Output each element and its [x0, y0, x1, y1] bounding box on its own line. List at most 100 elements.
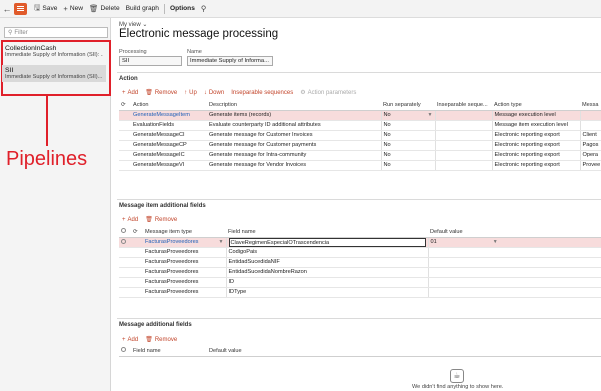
item-type-cell[interactable]: FacturasProveedores [143, 287, 226, 298]
run-separately-cell[interactable]: No [380, 120, 435, 131]
description-cell[interactable]: Generate message for Vendor Invoices [207, 160, 381, 171]
default-value-cell[interactable] [427, 257, 601, 268]
inseparable-sequences-button[interactable]: Inseparable sequences [231, 89, 293, 96]
processing-field[interactable]: SII [119, 56, 182, 66]
message-cell[interactable] [579, 120, 601, 131]
run-separately-cell[interactable]: No [380, 130, 435, 141]
description-cell[interactable]: Generate message for Customer Invoices [207, 130, 381, 141]
action-type-cell[interactable]: Electronic reporting export [491, 140, 580, 151]
message-cell[interactable]: Pagos [579, 140, 601, 151]
select-all-radio[interactable] [119, 346, 131, 357]
field-name-cell[interactable]: EntidadSucedidaNombreRazon [225, 267, 428, 278]
run-separately-cell[interactable]: No [380, 150, 435, 161]
inseparable-cell[interactable] [434, 140, 492, 151]
action-cell[interactable]: GenerateMessageCI [131, 130, 207, 141]
field-name-cell[interactable]: EntidadSucedidaNIF [225, 257, 428, 268]
column-header[interactable]: Default value [207, 346, 601, 357]
column-header[interactable]: Run separately [381, 100, 435, 111]
inseparable-cell[interactable] [434, 130, 492, 141]
description-cell[interactable]: Generate message for Customer payments [207, 140, 381, 151]
inseparable-cell[interactable] [434, 160, 492, 171]
run-separately-cell[interactable]: No ▼ [380, 110, 435, 121]
table-row[interactable]: GenerateMessageCI Generate message for C… [119, 130, 601, 141]
action-cell[interactable]: GenerateMessageVI [131, 160, 207, 171]
item-type-cell[interactable]: FacturasProveedores [143, 277, 226, 288]
item-type-cell[interactable]: FacturasProveedores [143, 267, 226, 278]
field-name-cell[interactable]: CodigoPais [225, 247, 428, 258]
inseparable-cell[interactable] [434, 150, 492, 161]
action-type-cell[interactable]: Electronic reporting export [491, 130, 580, 141]
move-up-button[interactable]: ↑ Up [184, 89, 197, 96]
default-value-cell[interactable] [427, 287, 601, 298]
description-cell[interactable]: Generate message for Intra-community [207, 150, 381, 161]
column-header[interactable]: Inseparable seque... [435, 100, 492, 111]
action-type-cell[interactable]: Electronic reporting export [491, 150, 580, 161]
default-value-cell[interactable] [427, 267, 601, 278]
add-action-button[interactable]: + Add [122, 89, 138, 96]
action-type-cell[interactable]: Message execution level [491, 110, 580, 121]
back-button[interactable]: ← [0, 0, 14, 18]
save-button[interactable]: 🖫 Save [31, 0, 60, 18]
action-type-cell[interactable]: Message item execution level [491, 120, 580, 131]
row-radio[interactable] [119, 267, 131, 278]
default-value-cell[interactable]: 01 ▼ [427, 237, 601, 248]
run-separately-cell[interactable]: No [380, 140, 435, 151]
table-row[interactable]: GenerateMessageVI Generate message for V… [119, 160, 601, 171]
message-cell[interactable]: Client [579, 130, 601, 141]
remove-field-button[interactable]: 🗑 Remove [145, 216, 177, 224]
action-cell[interactable]: GenerateMessageCP [131, 140, 207, 151]
action-cell[interactable]: GenerateMessageItem [131, 110, 207, 121]
build-graph-button[interactable]: Build graph [123, 0, 162, 18]
table-row[interactable]: FacturasProveedores IDType [119, 287, 601, 298]
column-header[interactable]: Default value [428, 227, 601, 238]
field-name-cell[interactable]: ID [225, 277, 428, 288]
table-row[interactable]: GenerateMessageCP Generate message for C… [119, 140, 601, 151]
refresh-icon[interactable]: ⟳ [131, 227, 143, 238]
refresh-icon[interactable]: ⟳ [119, 100, 131, 111]
new-button[interactable]: + New [60, 0, 86, 18]
row-selector[interactable] [119, 140, 131, 151]
row-selector[interactable] [119, 110, 131, 121]
table-row[interactable]: EvaluationFields Evaluate counterparty I… [119, 120, 601, 131]
table-row-selected[interactable]: FacturasProveedores ▼ ClaveRegimenEspecia… [119, 237, 601, 248]
table-row[interactable]: GenerateMessageIC Generate message for I… [119, 150, 601, 161]
run-separately-cell[interactable]: No [380, 160, 435, 171]
column-header[interactable]: Action [131, 100, 207, 111]
item-type-cell[interactable]: FacturasProveedores [143, 257, 226, 268]
default-value-cell[interactable] [427, 247, 601, 258]
row-selector[interactable] [119, 120, 131, 131]
row-selector[interactable] [119, 160, 131, 171]
inseparable-cell[interactable] [434, 120, 492, 131]
hamburger-menu-button[interactable] [14, 2, 27, 15]
description-cell[interactable]: Evaluate counterparty ID additional attr… [207, 120, 381, 131]
inseparable-cell[interactable] [434, 110, 492, 121]
search-button[interactable]: ⚲ [198, 0, 210, 18]
row-radio[interactable] [119, 257, 131, 268]
row-selector[interactable] [119, 150, 131, 161]
description-cell[interactable]: Generate items (records) [207, 110, 381, 121]
name-field[interactable]: Immediate Supply of Informa... [187, 56, 273, 66]
row-selector[interactable] [119, 130, 131, 141]
message-cell[interactable] [579, 110, 601, 121]
row-radio[interactable] [119, 287, 131, 298]
add-field-button[interactable]: + Add [122, 216, 138, 223]
move-down-button[interactable]: ↓ Down [204, 89, 224, 96]
item-type-cell[interactable]: FacturasProveedores [143, 247, 226, 258]
action-type-cell[interactable]: Electronic reporting export [491, 160, 580, 171]
select-all-radio[interactable] [119, 227, 131, 238]
table-row-selected[interactable]: GenerateMessageItem Generate items (reco… [119, 110, 601, 121]
field-name-editor[interactable]: ClaveRegimenEspecialOTrascendencia [228, 237, 426, 246]
action-parameters-button[interactable]: ⚙ Action parameters [300, 89, 356, 97]
list-item-selected[interactable]: SII Immediate Supply of Information (SII… [2, 65, 106, 82]
column-header[interactable]: Field name [131, 346, 207, 357]
action-cell[interactable]: EvaluationFields [131, 120, 207, 131]
column-header[interactable]: Message item type [143, 227, 226, 238]
table-row[interactable]: FacturasProveedores CodigoPais [119, 247, 601, 258]
table-row[interactable]: FacturasProveedores ID [119, 277, 601, 288]
action-cell[interactable]: GenerateMessageIC [131, 150, 207, 161]
filter-input[interactable]: ⚲ Filter [4, 27, 108, 38]
column-header[interactable]: Messa [580, 100, 601, 111]
field-name-cell[interactable]: ClaveRegimenEspecialOTrascendencia [225, 237, 428, 248]
column-header[interactable]: Description [207, 100, 381, 111]
table-row[interactable]: FacturasProveedores EntidadSucedidaNombr… [119, 267, 601, 278]
